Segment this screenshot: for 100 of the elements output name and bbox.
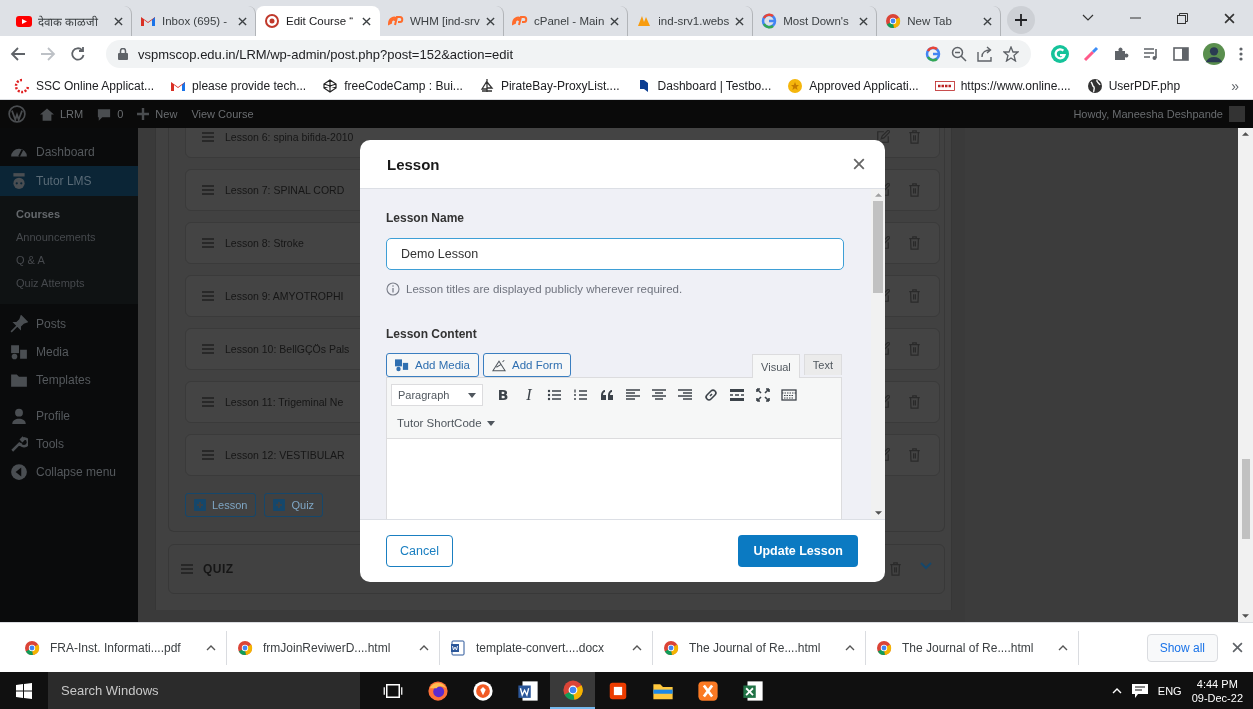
close-icon[interactable] [735, 16, 745, 26]
italic-button[interactable]: I [521, 386, 537, 404]
chevron-up-icon[interactable] [1111, 687, 1122, 694]
close-icon[interactable] [1224, 12, 1235, 24]
address-bar[interactable]: vspmscop.edu.in/LRM/wp-admin/post.php?post=152&action=edit [106, 40, 1031, 68]
download-item[interactable]: FRA-Inst. Informati....pdf [14, 630, 227, 665]
caret-icon[interactable] [419, 644, 429, 651]
close-icon[interactable] [114, 16, 123, 26]
account-menu[interactable]: Howdy, Maneesha Deshpande [1073, 106, 1245, 122]
editor-tab[interactable]: Text [803, 354, 842, 375]
menu-icon[interactable] [1239, 47, 1243, 61]
drag-handle-icon[interactable] [202, 185, 214, 195]
drag-handle-icon[interactable] [202, 397, 214, 407]
dropper-icon[interactable] [1083, 46, 1099, 62]
share-icon[interactable] [977, 46, 993, 62]
add-button[interactable]: Quiz [264, 493, 324, 517]
close-icon[interactable] [853, 158, 865, 170]
add-media-button[interactable]: Add Media [386, 353, 479, 377]
taskbar-button[interactable] [550, 672, 595, 709]
scroll-up-icon[interactable] [1242, 132, 1249, 136]
comments-link[interactable]: 0 [97, 107, 124, 121]
bullet-list-icon[interactable] [547, 387, 563, 403]
align-left-icon[interactable] [625, 387, 641, 403]
scrollbar[interactable] [871, 189, 885, 519]
browser-logo-icon [876, 639, 892, 656]
avatar-icon[interactable] [1203, 43, 1225, 65]
star-icon[interactable] [1003, 46, 1019, 62]
download-item[interactable]: The Journal of Re....html [866, 630, 1079, 665]
drag-handle-icon[interactable] [202, 238, 214, 248]
fullscreen-icon[interactable] [755, 387, 771, 403]
bookmark[interactable]: Approved Applicati... [787, 77, 919, 94]
add-button[interactable]: Lesson [185, 493, 257, 517]
bold-button[interactable]: B [495, 387, 511, 403]
search-field[interactable]: Search Windows [48, 672, 360, 709]
drag-handle-icon[interactable] [202, 344, 214, 354]
show-all-button[interactable]: Show all [1146, 633, 1218, 662]
lesson-name-field[interactable]: Demo Lesson [386, 238, 844, 270]
view-course-link[interactable]: View Course [191, 108, 254, 120]
cancel-button[interactable]: Cancel [386, 535, 453, 567]
caret-icon[interactable] [845, 644, 855, 651]
bookmark[interactable]: UserPDF.php [1086, 77, 1181, 94]
close-icon[interactable] [238, 16, 247, 26]
restore-icon[interactable] [1177, 12, 1188, 24]
close-icon[interactable] [610, 16, 620, 26]
close-icon[interactable] [859, 16, 869, 26]
editor-tab[interactable]: Visual [752, 354, 800, 378]
add-form-button[interactable]: Add Form [483, 353, 572, 377]
zoom-out-icon[interactable] [951, 46, 967, 62]
reload-icon[interactable] [70, 46, 86, 62]
caret-icon[interactable] [1058, 644, 1068, 651]
more-bookmarks-button[interactable]: » [1231, 77, 1239, 94]
caret-icon[interactable] [206, 644, 216, 651]
align-right-icon[interactable] [677, 387, 693, 403]
download-item[interactable]: frmJoinReviwerD....html [227, 630, 440, 665]
close-icon[interactable] [1232, 642, 1243, 653]
bookmark[interactable]: Dashboard | Testbo... [635, 77, 772, 94]
scroll-thumb[interactable] [1241, 459, 1250, 539]
clock[interactable]: 4:44 PM 09-Dec-22 [1191, 676, 1243, 705]
caret-icon[interactable] [632, 644, 642, 651]
bookmark[interactable]: please provide tech... [170, 77, 307, 94]
keyboard-icon[interactable] [781, 387, 797, 403]
download-item[interactable]: template-convert....docx [440, 630, 653, 665]
link-icon[interactable] [703, 387, 719, 403]
edit-icon[interactable] [876, 130, 890, 144]
drag-handle-icon[interactable] [181, 564, 193, 574]
drag-handle-icon[interactable] [202, 450, 214, 460]
scroll-thumb[interactable] [873, 201, 883, 293]
site-link[interactable]: LRM [40, 107, 84, 121]
quote-icon[interactable] [599, 387, 615, 403]
browser-tab[interactable]: Edit Course “ [256, 6, 380, 36]
chevron-down-icon[interactable] [1082, 14, 1094, 22]
bookmark[interactable]: PirateBay-ProxyList.... [478, 77, 620, 94]
align-center-icon[interactable] [651, 387, 667, 403]
side-panel-icon[interactable] [1173, 46, 1189, 62]
format-select[interactable]: Paragraph [391, 384, 483, 406]
notification-icon[interactable] [1131, 683, 1148, 698]
new-tab-button[interactable] [1007, 6, 1036, 34]
media-queue-icon[interactable] [1143, 46, 1159, 62]
shortcode-dropdown[interactable]: Tutor ShortCode [391, 412, 837, 434]
new-link[interactable]: New [137, 108, 178, 120]
bookmark[interactable]: SSC Online Applicat... [14, 77, 155, 94]
language-indicator[interactable]: ENG [1157, 684, 1182, 697]
drag-handle-icon[interactable] [202, 291, 214, 301]
close-icon[interactable] [983, 16, 993, 26]
numbered-list-icon[interactable] [573, 387, 589, 403]
drag-handle-icon[interactable] [202, 132, 214, 142]
download-item[interactable]: The Journal of Re....html [653, 630, 866, 665]
close-icon[interactable] [486, 16, 495, 26]
bookmark[interactable]: freeCodeCamp : Bui... [322, 77, 463, 94]
back-icon[interactable] [10, 46, 26, 62]
plus-icon[interactable] [1015, 14, 1028, 26]
read-more-icon[interactable] [729, 387, 745, 403]
puzzle-icon[interactable] [1113, 46, 1129, 62]
update-lesson-button[interactable]: Update Lesson [738, 535, 858, 567]
close-icon[interactable] [362, 16, 371, 26]
scrollbar[interactable] [1238, 128, 1253, 622]
bookmark[interactable]: https://www.online.... [934, 78, 1071, 93]
scroll-down-icon[interactable] [1242, 614, 1249, 618]
windows-logo-icon[interactable] [16, 682, 32, 699]
scroll-down-icon[interactable] [874, 511, 882, 515]
